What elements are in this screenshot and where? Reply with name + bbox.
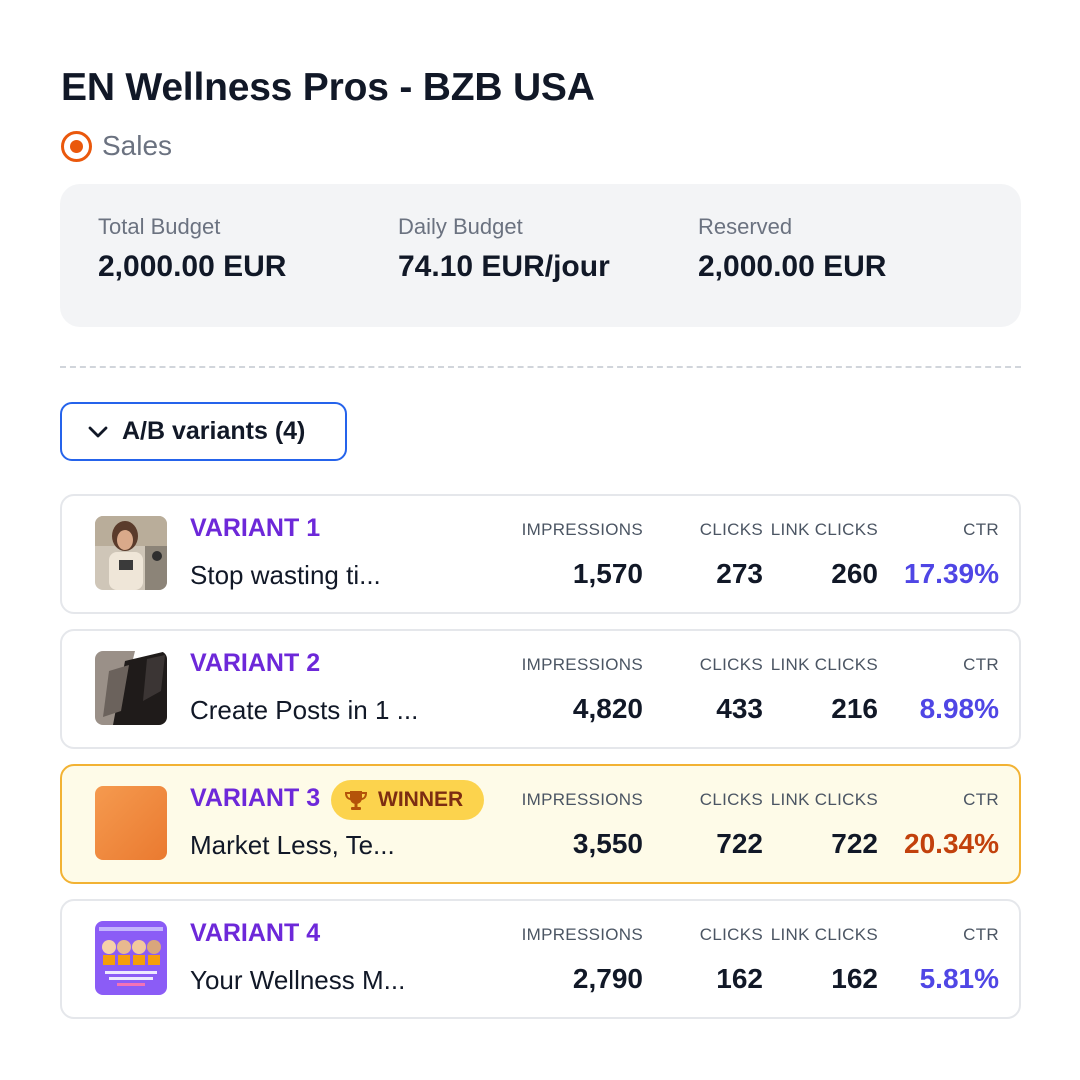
variant-2-thumbnail (95, 651, 167, 725)
variant-name: VARIANT 1 (190, 514, 321, 542)
variant-name: VARIANT 4 (190, 919, 321, 947)
total-budget: Total Budget 2,000.00 EUR (98, 214, 286, 284)
ab-variants-toggle[interactable]: A/B variants (4) (60, 402, 347, 461)
variant-4-thumbnail (95, 921, 167, 995)
impressions-value: 3,550 (572, 828, 643, 859)
ctr-header: CTR (963, 925, 999, 944)
ctr-value: 8.98% (919, 693, 999, 724)
impressions-header: IMPRESSIONS (521, 790, 643, 809)
clicks-header: CLICKS (699, 520, 763, 539)
variant-card-1[interactable]: VARIANT 1 Stop wasting ti... IMPRESSIONS… (60, 494, 1021, 614)
link-clicks-value: 216 (831, 693, 878, 724)
total-budget-value: 2,000.00 EUR (98, 250, 287, 283)
ctr-value: 5.81% (919, 963, 999, 994)
variant-headline: Stop wasting ti... (190, 560, 381, 590)
variant-name: VARIANT 3 (190, 784, 321, 812)
variant-3-thumbnail (95, 786, 167, 860)
target-icon (61, 130, 92, 162)
variant-card-2[interactable]: VARIANT 2 Create Posts in 1 ... IMPRESSI… (60, 629, 1021, 749)
ctr-header: CTR (963, 520, 999, 539)
impressions-header: IMPRESSIONS (521, 520, 643, 539)
variant-card-4[interactable]: VARIANT 4 Your Wellness M... IMPRESSIONS… (60, 899, 1021, 1019)
link-clicks-value: 162 (831, 963, 878, 994)
objective-label: Sales (102, 130, 173, 161)
variant-card-3[interactable]: VARIANT 3 WINNER Market Less, Te... IMPR… (60, 764, 1021, 884)
clicks-header: CLICKS (699, 655, 763, 674)
impressions-value: 1,570 (572, 558, 643, 589)
variant-headline: Your Wellness M... (190, 965, 406, 995)
link-clicks-header: LINK CLICKS (770, 790, 878, 809)
trophy-icon (344, 791, 368, 810)
variant-headline: Create Posts in 1 ... (190, 695, 419, 725)
link-clicks-value: 260 (831, 558, 878, 589)
link-clicks-header: LINK CLICKS (770, 655, 878, 674)
total-budget-label: Total Budget (98, 214, 221, 239)
ctr-header: CTR (963, 790, 999, 809)
ctr-value: 20.34% (904, 828, 999, 859)
clicks-value: 273 (716, 558, 763, 589)
link-clicks-header: LINK CLICKS (770, 520, 878, 539)
impressions-value: 4,820 (572, 693, 643, 724)
impressions-header: IMPRESSIONS (521, 655, 643, 674)
clicks-header: CLICKS (699, 790, 763, 809)
campaign-title: EN Wellness Pros - BZB USA (61, 66, 595, 109)
winner-badge: WINNER (331, 780, 484, 820)
winner-label: WINNER (378, 788, 464, 811)
section-divider (60, 366, 1021, 368)
clicks-value: 162 (716, 963, 763, 994)
campaign-objective: Sales (61, 128, 172, 164)
daily-budget-label: Daily Budget (398, 214, 523, 239)
ab-variants-label: A/B variants (4) (122, 417, 306, 445)
link-clicks-header: LINK CLICKS (770, 925, 878, 944)
reserved-budget-label: Reserved (698, 214, 793, 239)
chevron-down-icon (88, 426, 108, 437)
daily-budget-value: 74.10 EUR/jour (398, 250, 610, 283)
daily-budget: Daily Budget 74.10 EUR/jour (398, 214, 610, 284)
ctr-header: CTR (963, 655, 999, 674)
budget-summary: Total Budget 2,000.00 EUR Daily Budget 7… (60, 184, 1021, 327)
clicks-value: 433 (716, 693, 763, 724)
reserved-budget: Reserved 2,000.00 EUR (698, 214, 886, 284)
clicks-value: 722 (716, 828, 763, 859)
variant-headline: Market Less, Te... (190, 830, 395, 860)
clicks-header: CLICKS (699, 925, 763, 944)
reserved-budget-value: 2,000.00 EUR (698, 250, 887, 283)
ctr-value: 17.39% (904, 558, 999, 589)
link-clicks-value: 722 (831, 828, 878, 859)
variant-1-thumbnail (95, 516, 167, 590)
variant-name: VARIANT 2 (190, 649, 321, 677)
impressions-header: IMPRESSIONS (521, 925, 643, 944)
impressions-value: 2,790 (572, 963, 643, 994)
